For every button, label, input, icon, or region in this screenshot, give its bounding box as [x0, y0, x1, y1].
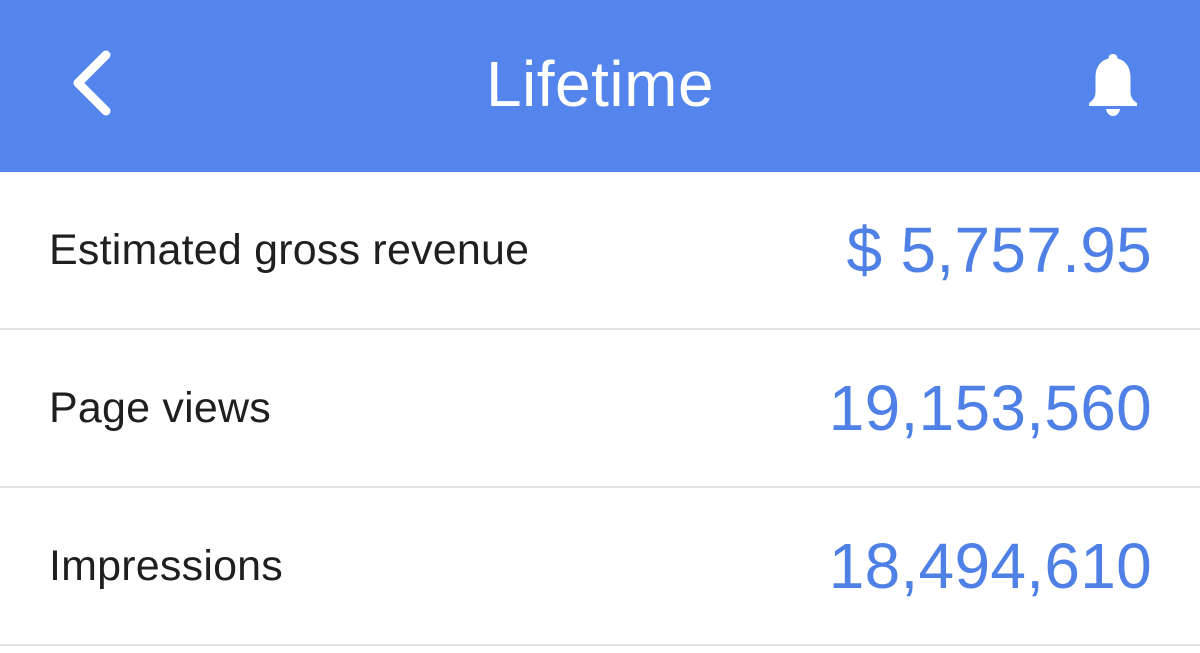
- header-bar: Lifetime: [0, 0, 1200, 172]
- page-title: Lifetime: [485, 48, 715, 120]
- metric-label: Impressions: [49, 541, 283, 590]
- metrics-list: Estimated gross revenue $ 5,757.95 Page …: [0, 172, 1200, 646]
- metric-row-estimated-gross-revenue[interactable]: Estimated gross revenue $ 5,757.95: [0, 172, 1200, 330]
- metric-value: 19,153,560: [828, 372, 1152, 444]
- metric-label: Page views: [49, 383, 271, 432]
- metric-value: $ 5,757.95: [846, 214, 1152, 286]
- metric-row-page-views[interactable]: Page views 19,153,560: [0, 330, 1200, 488]
- app-screen: Lifetime Estimated gross revenue $ 5,757…: [0, 0, 1200, 653]
- metric-row-impressions[interactable]: Impressions 18,494,610: [0, 488, 1200, 646]
- metric-value: 18,494,610: [828, 530, 1152, 602]
- bell-icon: [1089, 54, 1137, 116]
- metric-label: Estimated gross revenue: [49, 225, 530, 274]
- notifications-button[interactable]: [1068, 36, 1158, 132]
